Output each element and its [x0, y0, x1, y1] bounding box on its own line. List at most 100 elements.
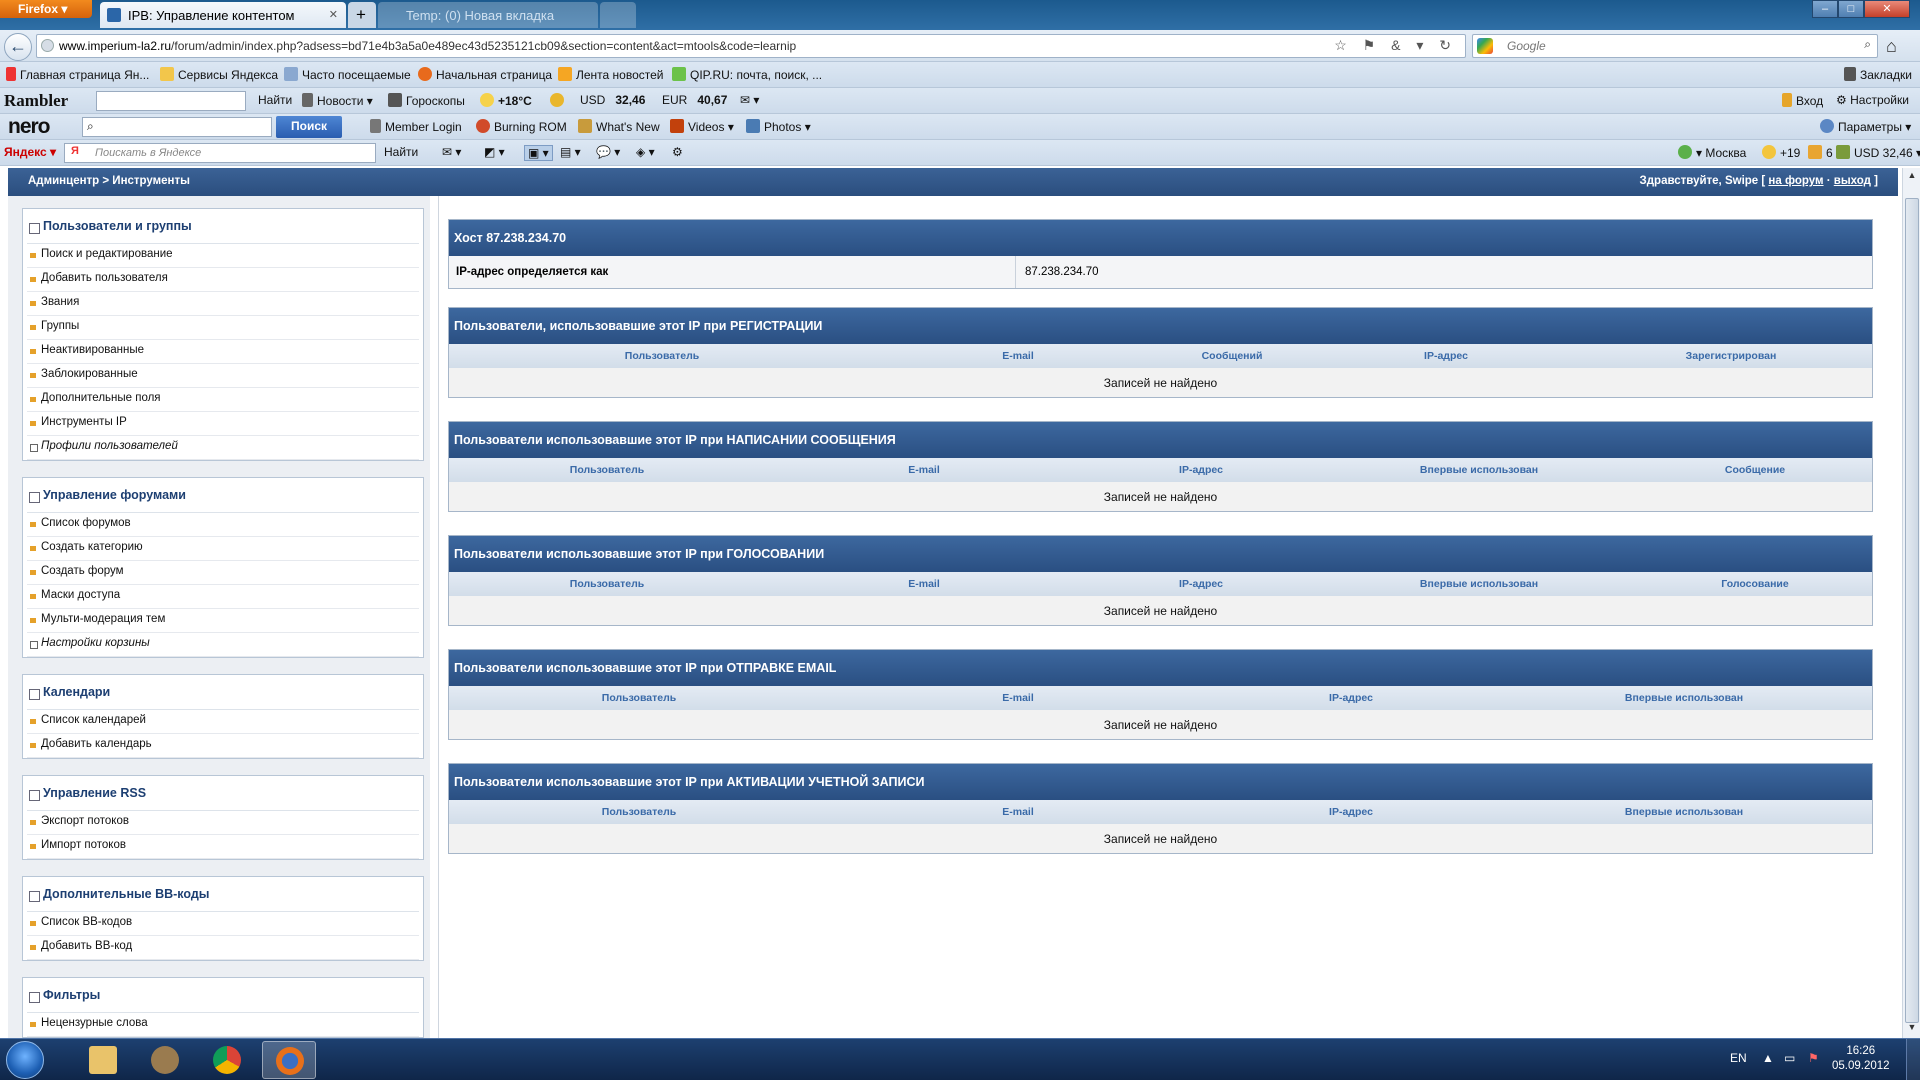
rambler-search-input[interactable]	[96, 91, 246, 111]
tab-inactive-2[interactable]	[600, 2, 636, 28]
taskbar-explorer[interactable]	[76, 1041, 130, 1079]
taskbar-game[interactable]	[138, 1041, 192, 1079]
bookmark-most-visited[interactable]: Часто посещаемые	[284, 67, 411, 82]
settings-gear-icon[interactable]: ⚙	[672, 145, 683, 159]
column-header[interactable]: IP-адрес	[1329, 806, 1373, 818]
tray-expand-icon[interactable]: ▲	[1762, 1051, 1774, 1065]
search-box[interactable]: Google ⌕	[1472, 34, 1878, 58]
nero-whats-new[interactable]: What's New	[578, 119, 660, 134]
menu-title[interactable]: Управление форумами	[27, 484, 419, 513]
scroll-down-icon[interactable]: ▼	[1905, 1022, 1919, 1036]
menu-item-expandable[interactable]: Профили пользователей	[27, 436, 419, 460]
menu-item[interactable]: Добавить пользователя	[27, 268, 419, 292]
menu-item[interactable]: Список форумов	[27, 513, 419, 537]
nero-params[interactable]: Параметры ▾	[1820, 119, 1911, 134]
url-action-icons[interactable]: ☆ ⚑ & ▾ ↻	[1334, 37, 1457, 54]
magnifier-icon[interactable]: ⌕	[1864, 37, 1871, 52]
yandex-logo[interactable]: Яндекс ▾	[4, 145, 56, 159]
menu-item[interactable]: Звания	[27, 292, 419, 316]
yandex-mail-count[interactable]: 6	[1808, 145, 1833, 160]
column-header[interactable]: E-mail	[1002, 692, 1034, 704]
shield-icon[interactable]: ◈ ▾	[636, 145, 655, 159]
nero-burning-rom[interactable]: Burning ROM	[476, 119, 567, 134]
menu-item[interactable]: Список календарей	[27, 710, 419, 734]
column-header[interactable]: E-mail	[1002, 350, 1034, 362]
column-header[interactable]: Впервые использован	[1420, 578, 1538, 590]
column-header[interactable]: Пользователь	[625, 350, 699, 362]
rambler-horoscopes[interactable]: Гороскопы	[388, 93, 465, 108]
to-forum-link[interactable]: на форум	[1768, 175, 1823, 187]
column-header[interactable]: IP-адрес	[1179, 578, 1223, 590]
close-button[interactable]: ✕	[1864, 0, 1910, 18]
site-identity-icon[interactable]	[41, 39, 54, 52]
yandex-search-input[interactable]: Я Поискать в Яндексе	[64, 143, 376, 163]
yandex-currency[interactable]: USD 32,46 ▾	[1836, 145, 1920, 160]
menu-item[interactable]: Добавить календарь	[27, 734, 419, 758]
menu-item[interactable]: Список BB-кодов	[27, 912, 419, 936]
yandex-find-button[interactable]: Найти	[384, 145, 418, 159]
menu-item[interactable]: Маски доступа	[27, 585, 419, 609]
rambler-eur[interactable]: EUR 40,67	[662, 93, 727, 107]
column-header[interactable]: IP-адрес	[1424, 350, 1468, 362]
minimize-button[interactable]: –	[1812, 0, 1838, 18]
address-bar[interactable]: www.imperium-la2.ru/forum/admin/index.ph…	[36, 34, 1466, 58]
menu-item[interactable]: Добавить BB-код	[27, 936, 419, 960]
menu-item[interactable]: Мульти-модерация тем	[27, 609, 419, 633]
column-header[interactable]: IP-адрес	[1329, 692, 1373, 704]
show-desktop-button[interactable]	[1906, 1039, 1920, 1080]
menu-title[interactable]: Управление RSS	[27, 782, 419, 811]
scroll-up-icon[interactable]: ▲	[1905, 170, 1919, 184]
menu-title[interactable]: Дополнительные BB-коды	[27, 883, 419, 912]
rambler-usd[interactable]: USD 32,46	[580, 93, 645, 107]
bookmark-news-feed[interactable]: Лента новостей	[558, 67, 664, 82]
column-header[interactable]: Впервые использован	[1625, 806, 1743, 818]
nero-search-input[interactable]: ⌕	[82, 117, 272, 137]
menu-item[interactable]: Поиск и редактирование	[27, 244, 419, 268]
vertical-scrollbar[interactable]: ▲ ▼	[1902, 168, 1920, 1038]
translate-icon[interactable]: ▣ ▾	[524, 145, 553, 161]
menu-item[interactable]: Экспорт потоков	[27, 811, 419, 835]
start-button[interactable]	[6, 1041, 44, 1079]
menu-item[interactable]: Создать форум	[27, 561, 419, 585]
tab-close-icon[interactable]: ✕	[329, 8, 338, 21]
mail-icon[interactable]: ✉ ▾	[442, 145, 461, 159]
column-header[interactable]: Пользователь	[570, 464, 644, 476]
logout-link[interactable]: выход	[1834, 175, 1871, 187]
column-header[interactable]: Впервые использован	[1420, 464, 1538, 476]
column-header[interactable]: Сообщение	[1725, 464, 1785, 476]
menu-item[interactable]: Импорт потоков	[27, 835, 419, 859]
action-center-icon[interactable]: ⚑	[1808, 1051, 1819, 1065]
menu-item[interactable]: Группы	[27, 316, 419, 340]
chat-icon[interactable]: 💬 ▾	[596, 145, 620, 159]
language-indicator[interactable]: EN	[1730, 1051, 1747, 1065]
rambler-weather[interactable]: +18°C	[480, 93, 532, 108]
google-icon[interactable]	[1477, 38, 1493, 54]
tab-inactive[interactable]: Temp: (0) Новая вкладка	[378, 2, 598, 28]
taskbar-chrome[interactable]	[200, 1041, 254, 1079]
column-header[interactable]: E-mail	[1002, 806, 1034, 818]
bookmark-add-icon[interactable]: ◩ ▾	[484, 145, 505, 159]
yandex-temp[interactable]: +19	[1762, 145, 1800, 160]
bookmark-yandex-main[interactable]: Главная страница Ян...	[6, 67, 149, 82]
column-header[interactable]: Пользователь	[602, 692, 676, 704]
column-header[interactable]: Пользователь	[570, 578, 644, 590]
weather-alt-icon[interactable]	[550, 93, 568, 108]
menu-title[interactable]: Календари	[27, 681, 419, 710]
home-icon[interactable]: ⌂	[1886, 36, 1897, 57]
column-header[interactable]: Впервые использован	[1625, 692, 1743, 704]
menu-item[interactable]: Заблокированные	[27, 364, 419, 388]
menu-item[interactable]: Создать категорию	[27, 537, 419, 561]
system-clock[interactable]: 16:26 05.09.2012	[1832, 1044, 1890, 1074]
network-icon[interactable]: ▭	[1784, 1051, 1795, 1065]
menu-title[interactable]: Пользователи и группы	[27, 215, 419, 244]
bookmark-start-page[interactable]: Начальная страница	[418, 67, 552, 82]
nero-photos[interactable]: Photos ▾	[746, 119, 811, 134]
column-header[interactable]: E-mail	[908, 578, 940, 590]
yandex-weather[interactable]: ▾ Москва	[1678, 145, 1746, 160]
column-header[interactable]: E-mail	[908, 464, 940, 476]
menu-item-expandable[interactable]: Настройки корзины	[27, 633, 419, 657]
maximize-button[interactable]: □	[1838, 0, 1864, 18]
menu-item[interactable]: Инструменты IP	[27, 412, 419, 436]
column-header[interactable]: IP-адрес	[1179, 464, 1223, 476]
rambler-find-button[interactable]: Найти	[258, 93, 292, 107]
